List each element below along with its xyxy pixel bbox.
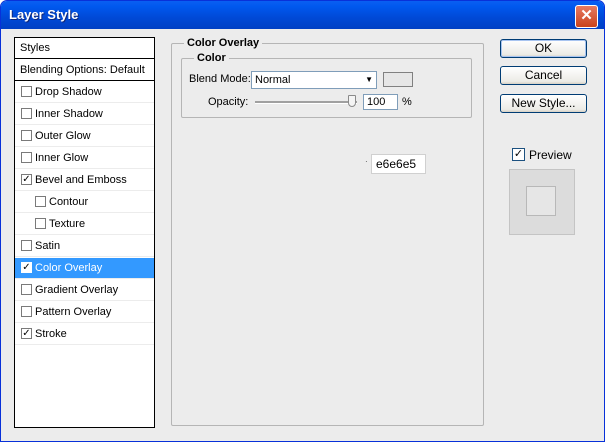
opacity-slider-thumb[interactable] <box>348 95 356 107</box>
style-item-checkbox[interactable] <box>21 86 32 97</box>
style-item-label: Gradient Overlay <box>35 284 119 296</box>
tooltip-pointer-icon: · <box>365 157 368 166</box>
opacity-input[interactable]: 100 <box>363 94 398 110</box>
style-item-label: Drop Shadow <box>35 86 102 98</box>
style-item[interactable]: ✓ Color Overlay <box>15 258 154 279</box>
blend-mode-value: Normal <box>255 74 291 86</box>
style-item-checkbox[interactable] <box>21 240 32 251</box>
styles-list: Styles Blending Options: Default Drop Sh… <box>14 37 155 428</box>
style-item-checkbox[interactable] <box>21 152 32 163</box>
styles-header-label: Styles <box>20 42 50 54</box>
style-item[interactable]: Contour <box>15 192 154 213</box>
blend-mode-label: Blend Mode: <box>189 73 251 85</box>
close-icon: ✕ <box>580 7 593 24</box>
dialog-content: Styles Blending Options: Default Drop Sh… <box>1 29 604 441</box>
style-item-label: Stroke <box>35 328 67 340</box>
style-item-label: Bevel and Emboss <box>35 174 127 186</box>
close-button[interactable]: ✕ <box>575 5 598 28</box>
layer-style-dialog: Layer Style ✕ Styles Blending Options: D… <box>0 0 605 442</box>
color-overlay-title: Color Overlay <box>184 37 263 49</box>
style-item-label: Outer Glow <box>35 130 91 142</box>
style-item-checkbox[interactable] <box>21 130 32 141</box>
preview-label: Preview <box>529 148 572 162</box>
percent-sign: % <box>402 96 412 108</box>
style-item[interactable]: Drop Shadow <box>15 82 154 103</box>
style-item-label: Contour <box>49 196 89 208</box>
blend-mode-select[interactable]: Normal ▼ <box>251 71 377 89</box>
style-item[interactable]: Texture <box>15 214 154 235</box>
styles-header[interactable]: Styles <box>15 38 154 59</box>
new-style-button[interactable]: New Style... <box>500 94 587 113</box>
style-item[interactable]: ✓ Bevel and Emboss <box>15 170 154 191</box>
style-item-checkbox[interactable]: ✓ <box>21 262 32 273</box>
style-item-label: Satin <box>35 240 61 252</box>
opacity-label: Opacity: <box>208 96 249 108</box>
style-item[interactable]: Inner Glow <box>15 148 154 169</box>
preview-checkbox[interactable]: ✓ <box>512 148 525 161</box>
style-item-label: Pattern Overlay <box>35 306 112 318</box>
style-item-label: Inner Shadow <box>35 108 103 120</box>
style-item-checkbox[interactable] <box>35 196 46 207</box>
chevron-down-icon: ▼ <box>365 75 373 84</box>
overlay-color-swatch[interactable] <box>383 72 413 87</box>
cancel-button[interactable]: Cancel <box>500 66 587 85</box>
style-item[interactable]: ✓ Stroke <box>15 324 154 345</box>
color-group-title: Color <box>194 52 229 64</box>
style-item[interactable]: Outer Glow <box>15 126 154 147</box>
style-item-checkbox[interactable] <box>21 108 32 119</box>
title-bar[interactable]: Layer Style ✕ <box>1 1 604 29</box>
blending-options-item[interactable]: Blending Options: Default <box>15 60 154 81</box>
window-title: Layer Style <box>9 7 79 22</box>
style-item-label: Texture <box>49 218 86 230</box>
style-item[interactable]: Pattern Overlay <box>15 302 154 323</box>
style-item-checkbox[interactable] <box>35 218 46 229</box>
style-item[interactable]: Gradient Overlay <box>15 280 154 301</box>
style-item-checkbox[interactable]: ✓ <box>21 174 32 185</box>
opacity-slider-track[interactable] <box>255 101 357 104</box>
style-item-label: Color Overlay <box>35 262 103 274</box>
style-item[interactable]: Inner Shadow <box>15 104 154 125</box>
style-item-checkbox[interactable] <box>21 284 32 295</box>
style-item[interactable]: Satin <box>15 236 154 257</box>
checkmark-icon: ✓ <box>513 148 524 160</box>
hex-color-tooltip: e6e6e5 <box>371 154 426 174</box>
style-item-label: Inner Glow <box>35 152 89 164</box>
ok-button[interactable]: OK <box>500 39 587 58</box>
style-preview <box>509 169 575 235</box>
style-item-checkbox[interactable]: ✓ <box>21 328 32 339</box>
style-item-checkbox[interactable] <box>21 306 32 317</box>
preview-swatch <box>526 186 556 216</box>
blending-options-label: Blending Options: Default <box>20 64 145 76</box>
